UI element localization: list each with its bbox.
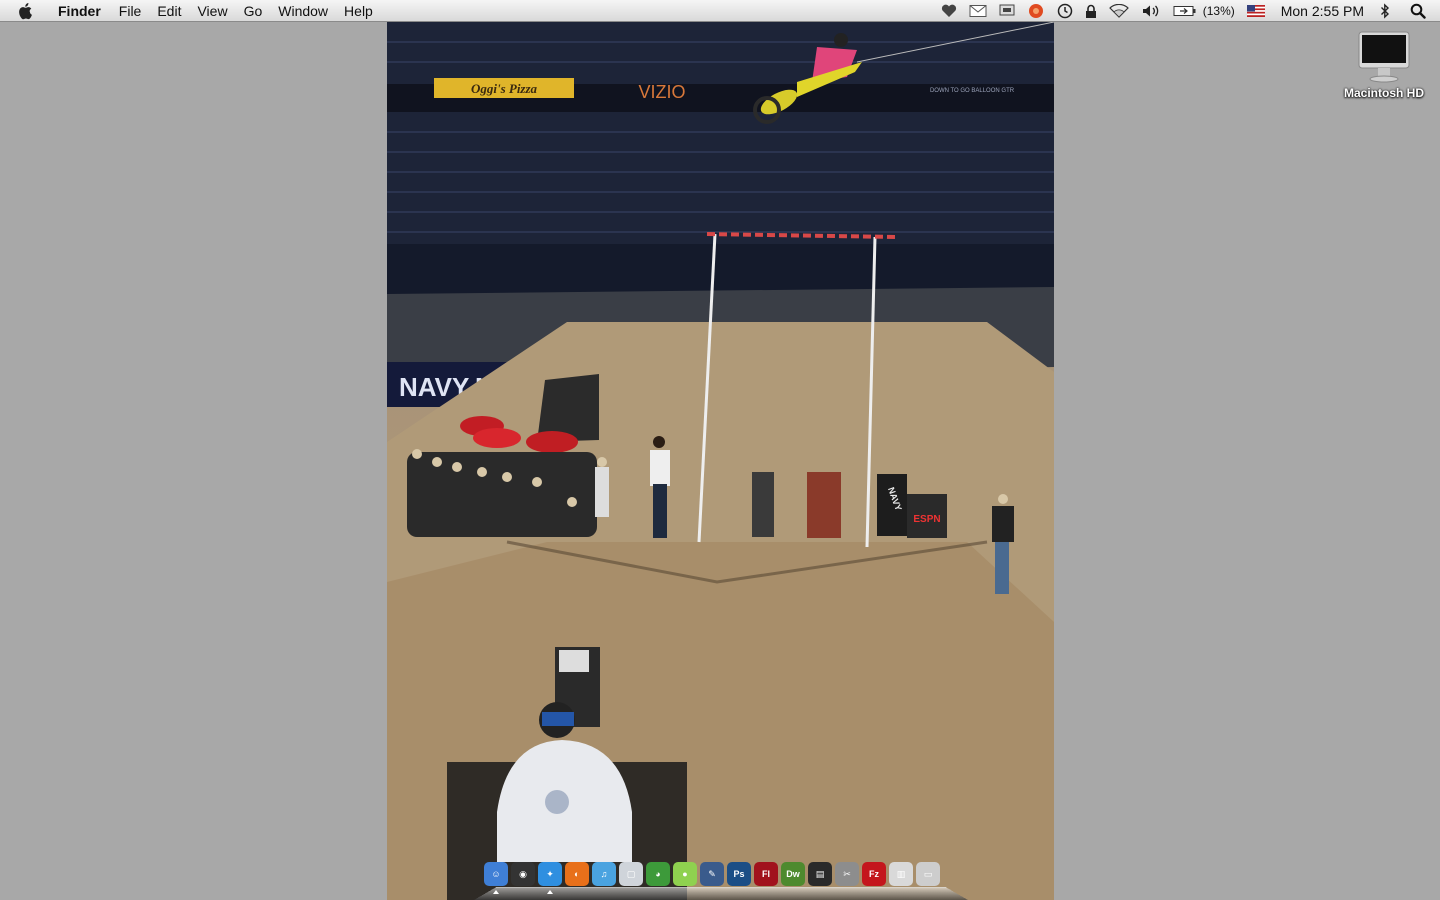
- dock-item-firefox[interactable]: ◐: [565, 862, 589, 886]
- battery-percent[interactable]: (13%): [1203, 0, 1241, 22]
- dock-item-photoshop[interactable]: Ps: [727, 862, 751, 886]
- xcode-icon: ✎: [708, 868, 716, 879]
- menu-edit[interactable]: Edit: [149, 0, 189, 22]
- dock-item-trash[interactable]: ▭: [916, 862, 940, 886]
- heart-icon[interactable]: [935, 0, 963, 22]
- desktop-wallpaper: Oggi's Pizza VIZIO DOWN TO GO BALLOON GT…: [387, 22, 1054, 900]
- photoshop-icon: Ps: [733, 869, 745, 879]
- itunes-icon: ♫: [600, 869, 608, 879]
- preview-icon: ▢: [626, 868, 636, 879]
- dashboard-icon: ◉: [519, 868, 527, 879]
- battery-icon[interactable]: [1167, 0, 1203, 22]
- firefox-icon: ◐: [574, 869, 580, 879]
- dock-item-tennis[interactable]: ●: [673, 862, 697, 886]
- safari-icon: ✦: [546, 868, 554, 879]
- dock-item-dashboard[interactable]: ◉: [511, 862, 535, 886]
- mail-icon[interactable]: [963, 0, 993, 22]
- clock[interactable]: Mon 2:55 PM: [1271, 0, 1374, 22]
- volume-icon[interactable]: [1135, 0, 1167, 22]
- finder-icon: ☺: [491, 869, 501, 879]
- input-flag-icon[interactable]: [1241, 0, 1271, 22]
- filezilla-icon: Fz: [869, 869, 879, 879]
- menu-bar: Finder File Edit View Go Window Help (13…: [0, 0, 1440, 22]
- app-status-icon[interactable]: [1021, 0, 1051, 22]
- documents-icon: ▥: [896, 868, 906, 879]
- dock-item-documents[interactable]: ▥: [889, 862, 913, 886]
- dock-item-itunes[interactable]: ♫: [592, 862, 616, 886]
- desktop-icon-macintosh-hd[interactable]: Macintosh HD: [1334, 28, 1434, 100]
- trash-icon: ▭: [923, 868, 933, 879]
- wallpaper-photo: Oggi's Pizza VIZIO DOWN TO GO BALLOON GT…: [387, 22, 1054, 900]
- wifi-icon[interactable]: [1103, 0, 1135, 22]
- hard-drive-icon: [1358, 31, 1410, 83]
- dock-icons: ☺ ◉ ✦ ◐ ♫ ▢ ◕ ● ✎ Ps Fl Dw ▤ ✂ Fz ▥ ▭: [484, 862, 940, 894]
- dock-item-dreamweaver[interactable]: Dw: [781, 862, 805, 886]
- dock-item-script-editor[interactable]: ✂: [835, 862, 859, 886]
- menu-window[interactable]: Window: [270, 0, 336, 22]
- dock-item-xcode[interactable]: ✎: [700, 862, 724, 886]
- status-menus: (13%) Mon 2:55 PM: [935, 0, 1440, 22]
- menu-help[interactable]: Help: [336, 0, 381, 22]
- time-machine-icon[interactable]: [1051, 0, 1079, 22]
- dock-item-finder[interactable]: ☺: [484, 862, 508, 894]
- dock-item-safari[interactable]: ✦: [538, 862, 562, 894]
- apple-menu-icon[interactable]: [18, 2, 36, 20]
- svg-text:DOWN TO GO BALLOON GTR: DOWN TO GO BALLOON GTR: [930, 88, 1015, 94]
- final-cut-icon: ▤: [815, 868, 825, 879]
- running-indicator: [547, 890, 553, 894]
- dock-item-preview[interactable]: ▢: [619, 862, 643, 886]
- bluetooth-icon[interactable]: [1374, 0, 1396, 22]
- spotlight-search-icon[interactable]: [1396, 0, 1440, 22]
- dock-item-filezilla[interactable]: Fz: [862, 862, 886, 886]
- dock-item-final-cut[interactable]: ▤: [808, 862, 832, 886]
- menu-app-name[interactable]: Finder: [50, 0, 111, 22]
- script-editor-icon: ✂: [843, 868, 851, 879]
- dock-item-flash[interactable]: Fl: [754, 862, 778, 886]
- dock: ☺ ◉ ✦ ◐ ♫ ▢ ◕ ● ✎ Ps Fl Dw ▤ ✂ Fz ▥ ▭: [474, 860, 968, 900]
- dreamweaver-icon: Dw: [786, 869, 800, 879]
- svg-text:Oggi's Pizza: Oggi's Pizza: [471, 81, 538, 96]
- running-indicator: [493, 890, 499, 894]
- flash-icon: Fl: [762, 869, 770, 879]
- menu-go[interactable]: Go: [236, 0, 271, 22]
- svg-text:VIZIO: VIZIO: [638, 82, 685, 102]
- adium-icon: ◕: [655, 869, 661, 879]
- menu-file[interactable]: File: [111, 0, 150, 22]
- menu-view[interactable]: View: [189, 0, 235, 22]
- svg-text:ESPN: ESPN: [913, 514, 940, 525]
- desktop-icon-label: Macintosh HD: [1343, 86, 1424, 100]
- dock-item-adium[interactable]: ◕: [646, 862, 670, 886]
- tennis-icon: ●: [682, 869, 688, 879]
- lock-icon[interactable]: [1079, 0, 1103, 22]
- display-icon[interactable]: [993, 0, 1021, 22]
